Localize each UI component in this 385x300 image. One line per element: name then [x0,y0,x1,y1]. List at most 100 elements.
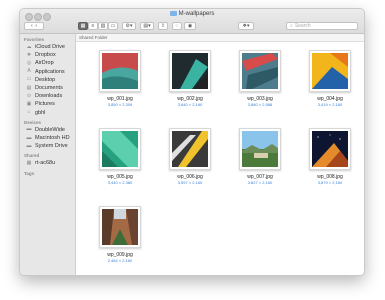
icon-view-button[interactable]: ▦ [78,22,88,30]
file-area: Shared Folder wp_001.jpg 3,850 × 2,309 wp_… [76,34,364,275]
cover-flow-icon: ▭ [110,23,116,29]
sidebar-item-label: Desktop [35,76,56,83]
shared-section-header: Shared [24,153,40,159]
forward-icon[interactable]: › [35,23,37,29]
sidebar-item-label: Dropbox [35,52,56,59]
file-dimensions: 3,597 × 2,160 [177,180,203,185]
columns-icon: ▥ [100,23,106,29]
file-dimensions: 3,440 × 2,380 [107,180,133,185]
arrange-menu-button[interactable]: ▤▾ [140,22,154,30]
disk-icon: ▬ [26,126,32,133]
file-item[interactable]: wp_004.jpg 3,419 × 2,160 [302,50,358,107]
share-button[interactable]: ⇪ [158,22,168,30]
sidebar-item-label: Pictures [35,101,55,108]
sidebar-item-downloads[interactable]: ⊙ Downloads [26,93,62,99]
sidebar-item-label: Downloads [35,93,63,100]
back-icon[interactable]: ‹ [31,23,33,29]
search-icon: ⌕ [290,23,293,29]
sidebar-item-label: iCloud Drive [35,44,65,50]
image-thumbnail[interactable] [99,50,141,92]
eye-icon: ◉ [187,23,193,29]
file-dimensions: 3,419 × 2,160 [317,102,343,107]
disk-icon: ▬ [26,134,32,141]
column-view-button[interactable]: ▥ [98,22,108,30]
list-view-button[interactable]: ≡ [88,22,98,30]
devices-section-header: Devices [24,119,42,125]
network-icon: ▦ [26,159,32,166]
cover-flow-button[interactable]: ▭ [108,22,118,30]
disk-icon: ▬ [26,142,32,149]
sidebar-item-applications[interactable]: A Applications [26,68,65,75]
file-item[interactable]: wp_007.jpg 3,827 × 2,160 [232,128,288,185]
downloads-icon: ⊙ [26,92,32,99]
dropbox-icon: ❖ [26,51,32,58]
image-thumbnail[interactable] [239,50,281,92]
image-thumbnail[interactable] [239,128,281,170]
file-dimensions: 3,879 × 2,160 [317,180,343,185]
sidebar-item-label: gbhl [35,109,46,116]
arrange-icon: ▤▾ [143,23,151,29]
file-item[interactable]: wp_002.jpg 3,840 × 2,160 [162,50,218,107]
image-thumbnail[interactable] [309,128,351,170]
file-dimensions: 3,880 × 2,588 [247,102,273,107]
dropbox-menu-button[interactable]: ❖▾ [238,22,254,30]
cloud-icon: ☁ [26,43,32,50]
sidebar-item-airdrop[interactable]: ◎ AirDrop [26,60,54,66]
favorites-section-header: Favorites [24,37,45,42]
sidebar-item-label: Applications [35,68,65,75]
sidebar-item-system-drive[interactable]: ▬ System Drive [26,143,68,149]
sidebar-item-desktop[interactable]: ▭ Desktop [26,76,56,83]
applications-icon: A [27,68,31,75]
back-forward-buttons[interactable]: ‹ › [24,22,44,30]
gear-icon: ⚙▾ [125,23,133,29]
documents-icon: ▤ [26,84,32,91]
file-item[interactable]: wp_009.jpg 2,484 × 2,160 [92,206,148,263]
image-thumbnail[interactable] [169,128,211,170]
sidebar-item-icloud-drive[interactable]: ☁ iCloud Drive [26,44,65,50]
sidebar-item-macintosh-hd[interactable]: ▬ Macintosh HD [26,135,70,141]
file-item[interactable]: wp_001.jpg 3,850 × 2,309 [92,50,148,107]
sidebar-item-label: System Drive [35,143,68,150]
sidebar-item-gbhl[interactable]: ⌂ gbhl [26,110,45,116]
search-placeholder: Search [294,23,311,29]
sidebar: Favorites ☁ iCloud Drive ❖ Dropbox ◎ AirDrop A A… [20,34,76,275]
dropbox-icon: ❖▾ [242,23,250,29]
sidebar-item-dropbox[interactable]: ❖ Dropbox [26,52,56,58]
sidebar-item-rt-ac68u[interactable]: ▦ rt-ac68u [26,159,56,167]
image-thumbnail[interactable] [169,50,211,92]
file-item[interactable]: wp_008.jpg 3,879 × 2,160 [302,128,358,185]
sidebar-item-documents[interactable]: ▤ Documents [26,85,63,91]
file-item[interactable]: wp_003.jpg 3,880 × 2,588 [232,50,288,107]
airdrop-icon: ◎ [26,59,32,66]
tags-section-header: Tags [24,170,35,176]
quick-look-button[interactable]: ◉ [184,22,196,30]
desktop-icon: ▭ [26,76,32,83]
image-thumbnail[interactable] [99,128,141,170]
file-dimensions: 3,840 × 2,160 [177,102,203,107]
pictures-icon: ▣ [26,100,32,107]
sidebar-item-label: AirDrop [35,60,54,67]
file-item[interactable]: wp_005.jpg 3,440 × 2,380 [92,128,148,185]
sidebar-item-label: rt-ac68u [35,160,56,167]
path-bar: Shared Folder [76,34,364,42]
tags-button[interactable]: ◌ [172,22,182,30]
sidebar-item-label: DoubleWide [35,126,65,133]
image-thumbnail[interactable] [309,50,351,92]
tag-icon: ◌ [175,23,179,29]
window-title: M-wallpapers [20,11,364,17]
list-icon: ≡ [91,23,95,29]
file-item[interactable]: wp_006.jpg 3,597 × 2,160 [162,128,218,185]
share-icon: ⇪ [160,23,166,29]
finder-window: M-wallpapers ‹ › ▦ ≡ ▥ ▭ ⚙▾ ▤▾ ⇪ ◌ ◉ ❖▾ … [19,8,365,276]
grid-icon: ▦ [80,23,86,29]
file-dimensions: 3,850 × 2,309 [107,102,133,107]
sidebar-item-pictures[interactable]: ▣ Pictures [26,101,55,107]
image-thumbnail[interactable] [99,206,141,248]
home-icon: ⌂ [27,109,31,116]
title-bar: M-wallpapers ‹ › ▦ ≡ ▥ ▭ ⚙▾ ▤▾ ⇪ ◌ ◉ ❖▾ … [20,9,364,34]
sidebar-item-label: Macintosh HD [35,135,70,141]
search-field[interactable]: ⌕ Search [286,22,358,30]
action-menu-button[interactable]: ⚙▾ [122,22,136,30]
folder-icon [169,11,177,16]
sidebar-item-doublewide[interactable]: ▬ DoubleWide [26,127,65,133]
